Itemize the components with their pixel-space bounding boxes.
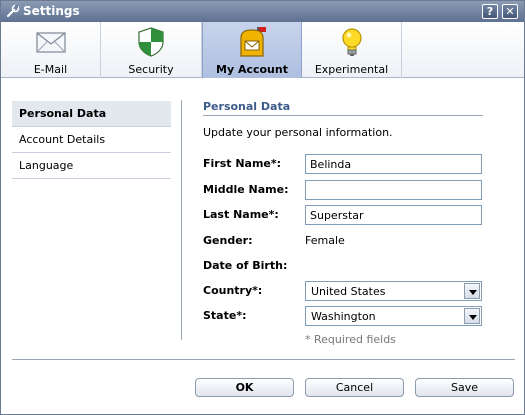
close-button[interactable]: ✕ <box>502 4 518 19</box>
chevron-down-icon[interactable] <box>464 308 480 324</box>
envelope-icon <box>35 32 66 53</box>
first-name-row: First Name*: <box>203 154 503 174</box>
middle-name-row: Middle Name: <box>203 180 503 200</box>
country-row: Country*: United States <box>203 281 503 301</box>
help-button[interactable]: ? <box>482 4 498 19</box>
section-title: Personal Data <box>203 100 291 113</box>
gender-value: Female <box>305 234 345 247</box>
state-select[interactable]: Washington <box>305 306 482 326</box>
gender-row: Gender: Female <box>203 231 503 251</box>
last-name-label: Last Name*: <box>203 208 279 221</box>
tab-label: My Account <box>216 63 288 76</box>
tab-label: Experimental <box>314 63 389 76</box>
state-row: State*: Washington <box>203 306 503 326</box>
country-value: United States <box>311 285 386 298</box>
personal-data-panel: Personal Data Update your personal infor… <box>203 100 503 346</box>
settings-window: Settings ? ✕ E-Mail Security My Account … <box>0 0 525 415</box>
wrench-icon <box>6 4 20 18</box>
middle-name-input[interactable] <box>305 180 482 200</box>
first-name-input[interactable] <box>305 154 482 174</box>
vertical-divider <box>181 100 182 340</box>
tab-my-account[interactable]: My Account <box>202 22 302 78</box>
dob-row: Date of Birth: <box>203 256 503 276</box>
mailbox-icon <box>240 27 266 57</box>
settings-tabbar: E-Mail Security My Account Experimental <box>1 22 524 78</box>
state-value: Washington <box>311 310 376 323</box>
middle-name-label: Middle Name: <box>203 183 289 196</box>
section-divider <box>203 115 483 116</box>
tab-label: Security <box>128 63 174 76</box>
sidebar-item-personal-data[interactable]: Personal Data <box>12 101 171 127</box>
settings-sidebar: Personal Data Account Details Language <box>12 101 171 179</box>
gender-label: Gender: <box>203 234 253 247</box>
sidebar-item-account-details[interactable]: Account Details <box>12 127 171 153</box>
first-name-label: First Name*: <box>203 157 282 170</box>
required-note: * Required fields <box>305 333 396 346</box>
window-title: Settings <box>23 4 80 18</box>
ok-button[interactable]: OK <box>195 378 294 397</box>
tab-experimental[interactable]: Experimental <box>302 22 402 78</box>
state-label: State*: <box>203 309 247 322</box>
chevron-down-icon[interactable] <box>464 283 480 299</box>
tab-security[interactable]: Security <box>101 22 202 78</box>
sidebar-item-language[interactable]: Language <box>12 153 171 179</box>
shield-icon <box>138 27 164 57</box>
dob-label: Date of Birth: <box>203 259 288 272</box>
footer-divider <box>12 359 515 360</box>
country-label: Country*: <box>203 284 263 297</box>
last-name-row: Last Name*: <box>203 205 503 225</box>
tab-label: E-Mail <box>33 63 68 76</box>
lightbulb-icon <box>341 28 362 56</box>
save-button[interactable]: Save <box>415 378 514 397</box>
last-name-input[interactable] <box>305 205 482 225</box>
title-bar[interactable]: Settings ? ✕ <box>1 1 524 22</box>
tab-email[interactable]: E-Mail <box>1 22 101 78</box>
country-select[interactable]: United States <box>305 281 482 301</box>
cancel-button[interactable]: Cancel <box>305 378 404 397</box>
intro-text: Update your personal information. <box>203 126 393 139</box>
